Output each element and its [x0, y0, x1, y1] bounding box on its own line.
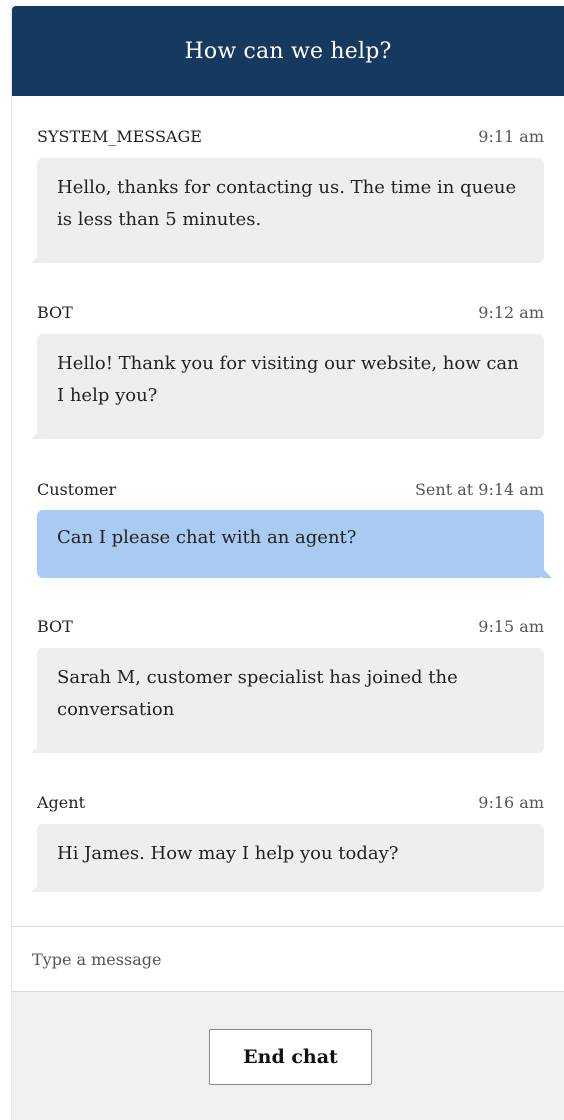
- message-composer: [12, 926, 564, 992]
- message-meta: BOT 9:12 am: [37, 303, 544, 322]
- message-bubble-incoming: Hello, thanks for contacting us. The tim…: [31, 158, 544, 263]
- message-meta: Customer Sent at 9:14 am: [37, 480, 544, 499]
- message-sender: SYSTEM_MESSAGE: [37, 127, 202, 146]
- message-timestamp: Sent at 9:14 am: [414, 480, 544, 499]
- message-meta: BOT 9:15 am: [37, 617, 544, 636]
- message-text: Can I please chat with an agent?: [57, 527, 357, 548]
- message-input[interactable]: [12, 927, 564, 991]
- message-bubble-incoming: Hi James. How may I help you today?: [31, 824, 544, 892]
- chat-transcript[interactable]: SYSTEM_MESSAGE 9:11 am Hello, thanks for…: [12, 96, 564, 926]
- chat-widget: How can we help? SYSTEM_MESSAGE 9:11 am …: [11, 6, 564, 1120]
- message-text: Hello! Thank you for visiting our websit…: [57, 353, 519, 406]
- chat-footer: End chat: [12, 992, 564, 1120]
- message-text: Hi James. How may I help you today?: [57, 843, 399, 864]
- message-timestamp: 9:16 am: [478, 793, 544, 812]
- message-bubble-outgoing: Can I please chat with an agent?: [37, 510, 552, 578]
- message-sender: BOT: [37, 303, 73, 322]
- message-sender: Customer: [37, 480, 117, 499]
- message-text: Sarah M, customer specialist has joined …: [57, 667, 458, 720]
- chat-header-title: How can we help?: [184, 38, 392, 64]
- message-sender: Agent: [37, 793, 85, 812]
- message-text: Hello, thanks for contacting us. The tim…: [57, 177, 517, 230]
- message-timestamp: 9:12 am: [478, 303, 544, 322]
- message-meta: SYSTEM_MESSAGE 9:11 am: [37, 127, 544, 146]
- message-timestamp: 9:15 am: [478, 617, 544, 636]
- chat-header: How can we help?: [12, 6, 564, 96]
- message-timestamp: 9:11 am: [478, 127, 544, 146]
- message-bubble-incoming: Sarah M, customer specialist has joined …: [31, 648, 544, 753]
- message-meta: Agent 9:16 am: [37, 793, 544, 812]
- message-sender: BOT: [37, 617, 73, 636]
- message-bubble-incoming: Hello! Thank you for visiting our websit…: [31, 334, 544, 439]
- end-chat-button[interactable]: End chat: [209, 1029, 372, 1085]
